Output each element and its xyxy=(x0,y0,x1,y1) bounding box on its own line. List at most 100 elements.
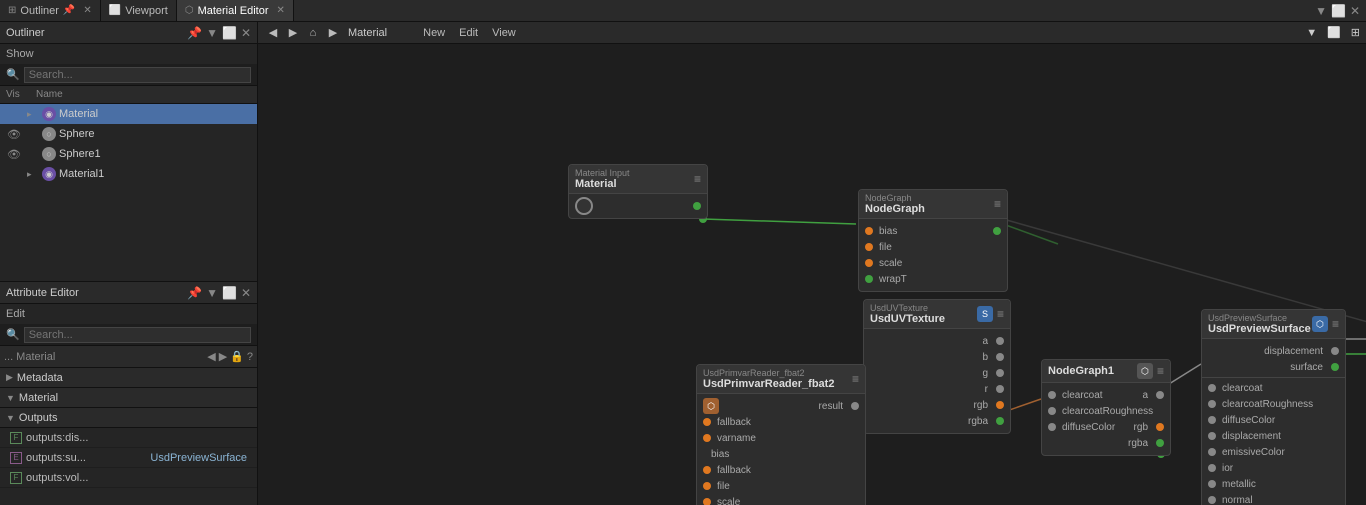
port-ups-ec-in xyxy=(1208,448,1216,456)
tab-viewport[interactable]: ⬜ Viewport xyxy=(101,0,177,21)
node-usdpreviewsurface[interactable]: UsdPreviewSurface UsdPreviewSurface ⬡ ≡ … xyxy=(1201,309,1346,505)
attr-editor-controls: 📌 ▼ ⬜ ✕ xyxy=(187,286,251,300)
item-label-material1: Material1 xyxy=(59,168,253,180)
expand-icon-material1[interactable]: ▸ xyxy=(27,169,39,180)
node-nodegraph1-header: NodeGraph1 ⬡ ≡ xyxy=(1042,360,1170,383)
outliner-float-icon[interactable]: ⬜ xyxy=(222,26,237,40)
node-usduvtexture-type: UsdUVTexture xyxy=(870,303,945,313)
attr-section-material[interactable]: ▼ Material xyxy=(0,388,257,408)
tree-items: ▸ ◉ Material 👁 ○ Sphere 👁 ○ Sphere1 xyxy=(0,104,257,281)
attr-search-icon: 🔍 xyxy=(6,328,20,341)
attr-editor-pin-icon[interactable]: 📌 xyxy=(187,286,202,300)
type-icon-sphere1: ○ xyxy=(42,147,56,161)
ng1-port-rgba-out: rgba xyxy=(1042,435,1170,451)
tab-material-editor[interactable]: ⬡ Material Editor ✕ xyxy=(177,0,294,21)
uvt-port-r: r xyxy=(864,381,1010,397)
mat-canvas[interactable]: Material Input Material ≡ xyxy=(258,44,1366,505)
mat-toolbar-collapse-icon[interactable]: ▼ xyxy=(1306,27,1317,39)
attr-search-input[interactable] xyxy=(24,327,251,343)
ng-port-file: file xyxy=(859,239,1007,255)
tree-item-sphere1[interactable]: 👁 ○ Sphere1 xyxy=(0,144,257,164)
nav-buttons: ◀ ▶ ⌂ ▶ xyxy=(264,24,342,42)
port-ng-bias-out xyxy=(993,227,1001,235)
tree-item-material[interactable]: ▸ ◉ Material xyxy=(0,104,257,124)
node-material-input-menu[interactable]: ≡ xyxy=(694,172,701,186)
menu-edit-btn[interactable]: Edit xyxy=(455,27,482,39)
uvt-port-b: b xyxy=(864,349,1010,365)
tab-outliner[interactable]: ⊞ Outliner 📌 ✕ xyxy=(0,0,101,21)
attr-section-outputs[interactable]: ▼ Outputs xyxy=(0,408,257,428)
pr-port-fallback2: fallback xyxy=(697,462,865,478)
vis-eye-icon-sphere: 👁 xyxy=(4,128,24,141)
maximize-icon[interactable]: ⬜ xyxy=(1331,4,1346,18)
outliner-pin-icon[interactable]: 📌 xyxy=(187,26,202,40)
outputs-label: Outputs xyxy=(19,412,58,424)
port-pr-scale xyxy=(703,498,711,505)
item-label-sphere1: Sphere1 xyxy=(59,148,253,160)
outliner-search-input[interactable] xyxy=(24,67,251,83)
ups-port-metallic: metallic xyxy=(1202,476,1345,492)
breadcrumb-label: Material xyxy=(348,27,387,39)
nav-back-btn[interactable]: ◀ xyxy=(264,24,282,42)
node-usduvtexture-body: a b g r xyxy=(864,329,1010,433)
close-main-icon[interactable]: ✕ xyxy=(1350,4,1360,18)
ng1-port-clearcoat: clearcoat a xyxy=(1042,387,1170,403)
attr-editor-close-icon[interactable]: ✕ xyxy=(241,286,251,300)
tab-outliner-close[interactable]: ✕ xyxy=(83,5,91,16)
outliner-controls: 📌 ▼ ⬜ ✕ xyxy=(187,26,251,40)
node-nodegraph1-menu[interactable]: ≡ xyxy=(1157,364,1164,378)
mat-toolbar-fullscreen-icon[interactable]: ⊞ xyxy=(1351,26,1360,39)
tree-item-material1[interactable]: ▸ ◉ Material1 xyxy=(0,164,257,184)
menu-new-btn[interactable]: New xyxy=(419,27,449,39)
path-nav-back[interactable]: ◀ xyxy=(207,350,215,363)
ng-port-scale: scale xyxy=(859,255,1007,271)
outliner-header: Outliner 📌 ▼ ⬜ ✕ xyxy=(0,22,257,44)
attr-editor-menu-icon[interactable]: ▼ xyxy=(206,286,218,300)
nav-home-btn[interactable]: ⌂ xyxy=(304,24,322,42)
node-nodegraph[interactable]: NodeGraph NodeGraph ≡ bias file xyxy=(858,189,1008,292)
node-usdprimreader[interactable]: UsdPrimvarReader_fbat2 UsdPrimvarReader_… xyxy=(696,364,866,505)
port-uvt-rgb-out xyxy=(996,401,1004,409)
collapse-icon[interactable]: ▼ xyxy=(1315,4,1327,18)
path-dots[interactable]: ... xyxy=(4,351,13,363)
mat-toolbar-grid-icon[interactable]: ⬜ xyxy=(1327,26,1341,39)
path-help-icon[interactable]: ? xyxy=(247,351,253,363)
attr-row-2[interactable]: F outputs:vol... xyxy=(0,468,257,488)
node-material-input[interactable]: Material Input Material ≡ xyxy=(568,164,708,219)
node-nodegraph-menu[interactable]: ≡ xyxy=(994,197,1001,211)
menu-view-btn[interactable]: View xyxy=(488,27,520,39)
node-usduvtexture[interactable]: UsdUVTexture UsdUVTexture S ≡ a xyxy=(863,299,1011,434)
attr-section-metadata[interactable]: ▶ Metadata xyxy=(0,368,257,388)
ng1-port-clearcoatroughness: clearcoatRoughness xyxy=(1042,403,1170,419)
path-lock-icon[interactable]: 🔒 xyxy=(230,350,244,363)
node-usduvtexture-header: UsdUVTexture UsdUVTexture S ≡ xyxy=(864,300,1010,329)
tab-material-editor-close[interactable]: ✕ xyxy=(276,5,284,16)
outliner-title: Outliner xyxy=(6,27,183,39)
attr-row-1[interactable]: E outputs:su... UsdPreviewSurface xyxy=(0,448,257,468)
type-icon-sphere: ○ xyxy=(42,127,56,141)
column-headers: Vis Name xyxy=(0,86,257,104)
tree-item-sphere[interactable]: 👁 ○ Sphere xyxy=(0,124,257,144)
port-ng1-a-out xyxy=(1156,391,1164,399)
node-nodegraph1[interactable]: NodeGraph1 ⬡ ≡ clearcoat a xyxy=(1041,359,1171,456)
tab-material-editor-label: Material Editor xyxy=(198,5,269,17)
nav-chevron-btn[interactable]: ▶ xyxy=(324,24,342,42)
node-usdpreviewsurface-menu[interactable]: ≡ xyxy=(1332,317,1339,331)
uvt-port-g: g xyxy=(864,365,1010,381)
port-uvt-b-out xyxy=(996,353,1004,361)
path-nav-fwd[interactable]: ▶ xyxy=(219,350,227,363)
attr-row-0[interactable]: F outputs:dis... xyxy=(0,428,257,448)
expand-icon-material[interactable]: ▸ xyxy=(27,109,39,120)
port-uvt-a-out xyxy=(996,337,1004,345)
left-panel: Outliner 📌 ▼ ⬜ ✕ Show 🔍 Vis Name xyxy=(0,22,258,505)
node-usduvtexture-menu[interactable]: ≡ xyxy=(997,307,1004,321)
outliner-menu-icon[interactable]: ▼ xyxy=(206,26,218,40)
ng1-port-diffusecolor: diffuseColor rgb xyxy=(1042,419,1170,435)
node-usdprimreader-menu[interactable]: ≡ xyxy=(852,372,859,386)
node-usdpreviewsurface-icon: ⬡ xyxy=(1312,316,1328,332)
port-uvt-r-out xyxy=(996,385,1004,393)
nav-fwd-btn[interactable]: ▶ xyxy=(284,24,302,42)
port-uvt-g-out xyxy=(996,369,1004,377)
outliner-close-icon[interactable]: ✕ xyxy=(241,26,251,40)
attr-editor-float-icon[interactable]: ⬜ xyxy=(222,286,237,300)
